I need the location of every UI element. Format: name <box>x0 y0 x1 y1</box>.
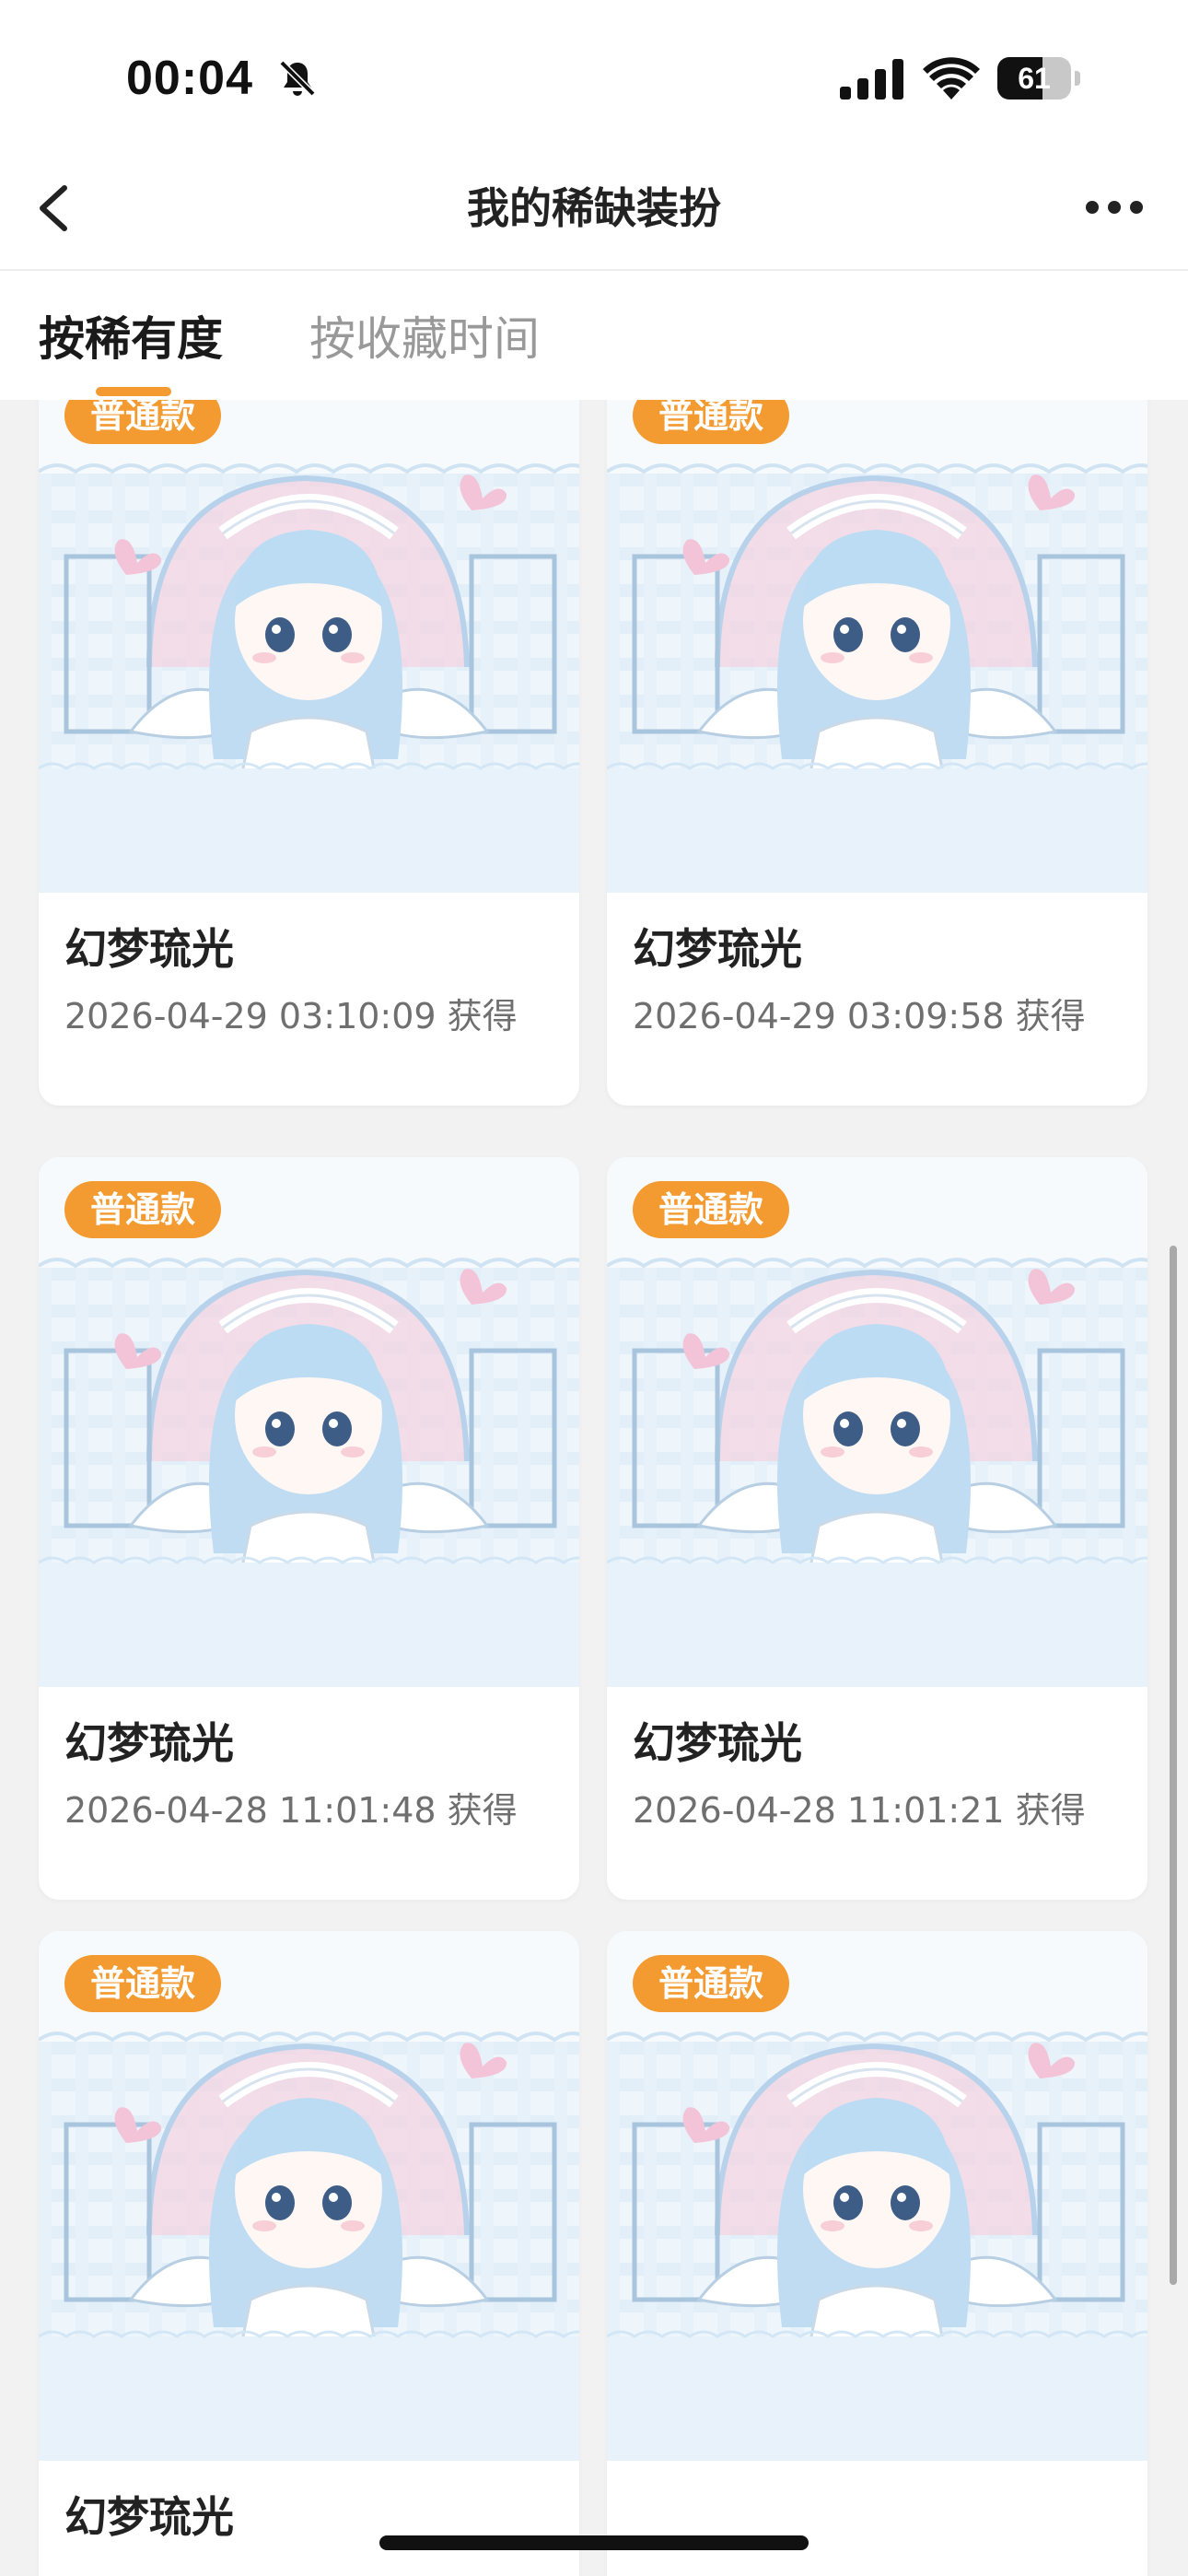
wifi-icon <box>923 57 980 100</box>
outfit-card[interactable]: 普通款 幻梦琉光 <box>39 1931 579 2576</box>
page-title: 我的稀缺装扮 <box>467 183 721 233</box>
outfit-title: 幻梦琉光 <box>64 2492 234 2542</box>
rarity-badge: 普通款 <box>633 400 790 444</box>
home-indicator[interactable] <box>379 2535 809 2550</box>
battery-text: 61 <box>1018 62 1051 95</box>
outfit-card[interactable]: 普通款 幻梦琉光 2026-04-29 03:09:58 获得 <box>607 400 1147 1106</box>
scrollbar[interactable] <box>1170 1246 1177 2285</box>
outfit-title: 幻梦琉光 <box>633 924 802 974</box>
rarity-badge: 普通款 <box>64 1181 222 1238</box>
rarity-badge: 普通款 <box>633 1955 790 2012</box>
outfit-title: 幻梦琉光 <box>64 1718 234 1768</box>
tab-sort-by-collect-time[interactable]: 按收藏时间 <box>309 302 540 369</box>
outfit-preview-image <box>39 400 579 893</box>
outfit-card[interactable]: 普通款 幻梦琉光 2026-04-28 11:01:48 获得 <box>39 1157 579 1900</box>
signal-icon <box>840 59 903 100</box>
bell-muted-icon <box>279 60 316 97</box>
active-tab-indicator <box>96 387 171 396</box>
status-time: 00:04 <box>126 52 253 105</box>
rarity-badge: 普通款 <box>633 1181 790 1238</box>
nav-bar: 我的稀缺装扮 <box>0 147 1188 271</box>
rarity-badge: 普通款 <box>64 400 222 444</box>
battery-indicator: 61 <box>997 57 1080 101</box>
rarity-badge: 普通款 <box>64 1955 222 2012</box>
more-dots-icon[interactable] <box>1077 184 1151 230</box>
obtained-time: 2026-04-29 03:10:09 获得 <box>64 996 518 1036</box>
sort-tabs: 按稀有度 按收藏时间 <box>0 271 1188 400</box>
outfit-title: 幻梦琉光 <box>633 1718 802 1768</box>
obtained-time: 2026-04-28 11:01:48 获得 <box>64 1790 518 1831</box>
obtained-time: 2026-04-29 03:09:58 获得 <box>633 996 1086 1036</box>
outfit-preview-image <box>607 400 1147 893</box>
tab-sort-by-rarity[interactable]: 按稀有度 <box>39 302 223 369</box>
outfit-title: 幻梦琉光 <box>64 924 234 974</box>
outfit-grid: 普通款 幻梦琉光 2026-04-29 03:10:09 获得 普通款 幻梦琉光… <box>0 400 1188 2576</box>
outfit-card[interactable]: 普通款 幻梦琉光 2026-04-28 11:01:21 获得 <box>607 1157 1147 1900</box>
outfit-card[interactable]: 普通款 幻梦琉光 2026-04-29 03:10:09 获得 <box>39 400 579 1106</box>
outfit-card[interactable]: 普通款 <box>607 1931 1147 2576</box>
status-bar: 00:04 61 <box>0 0 1188 147</box>
obtained-time: 2026-04-28 11:01:21 获得 <box>633 1790 1086 1831</box>
